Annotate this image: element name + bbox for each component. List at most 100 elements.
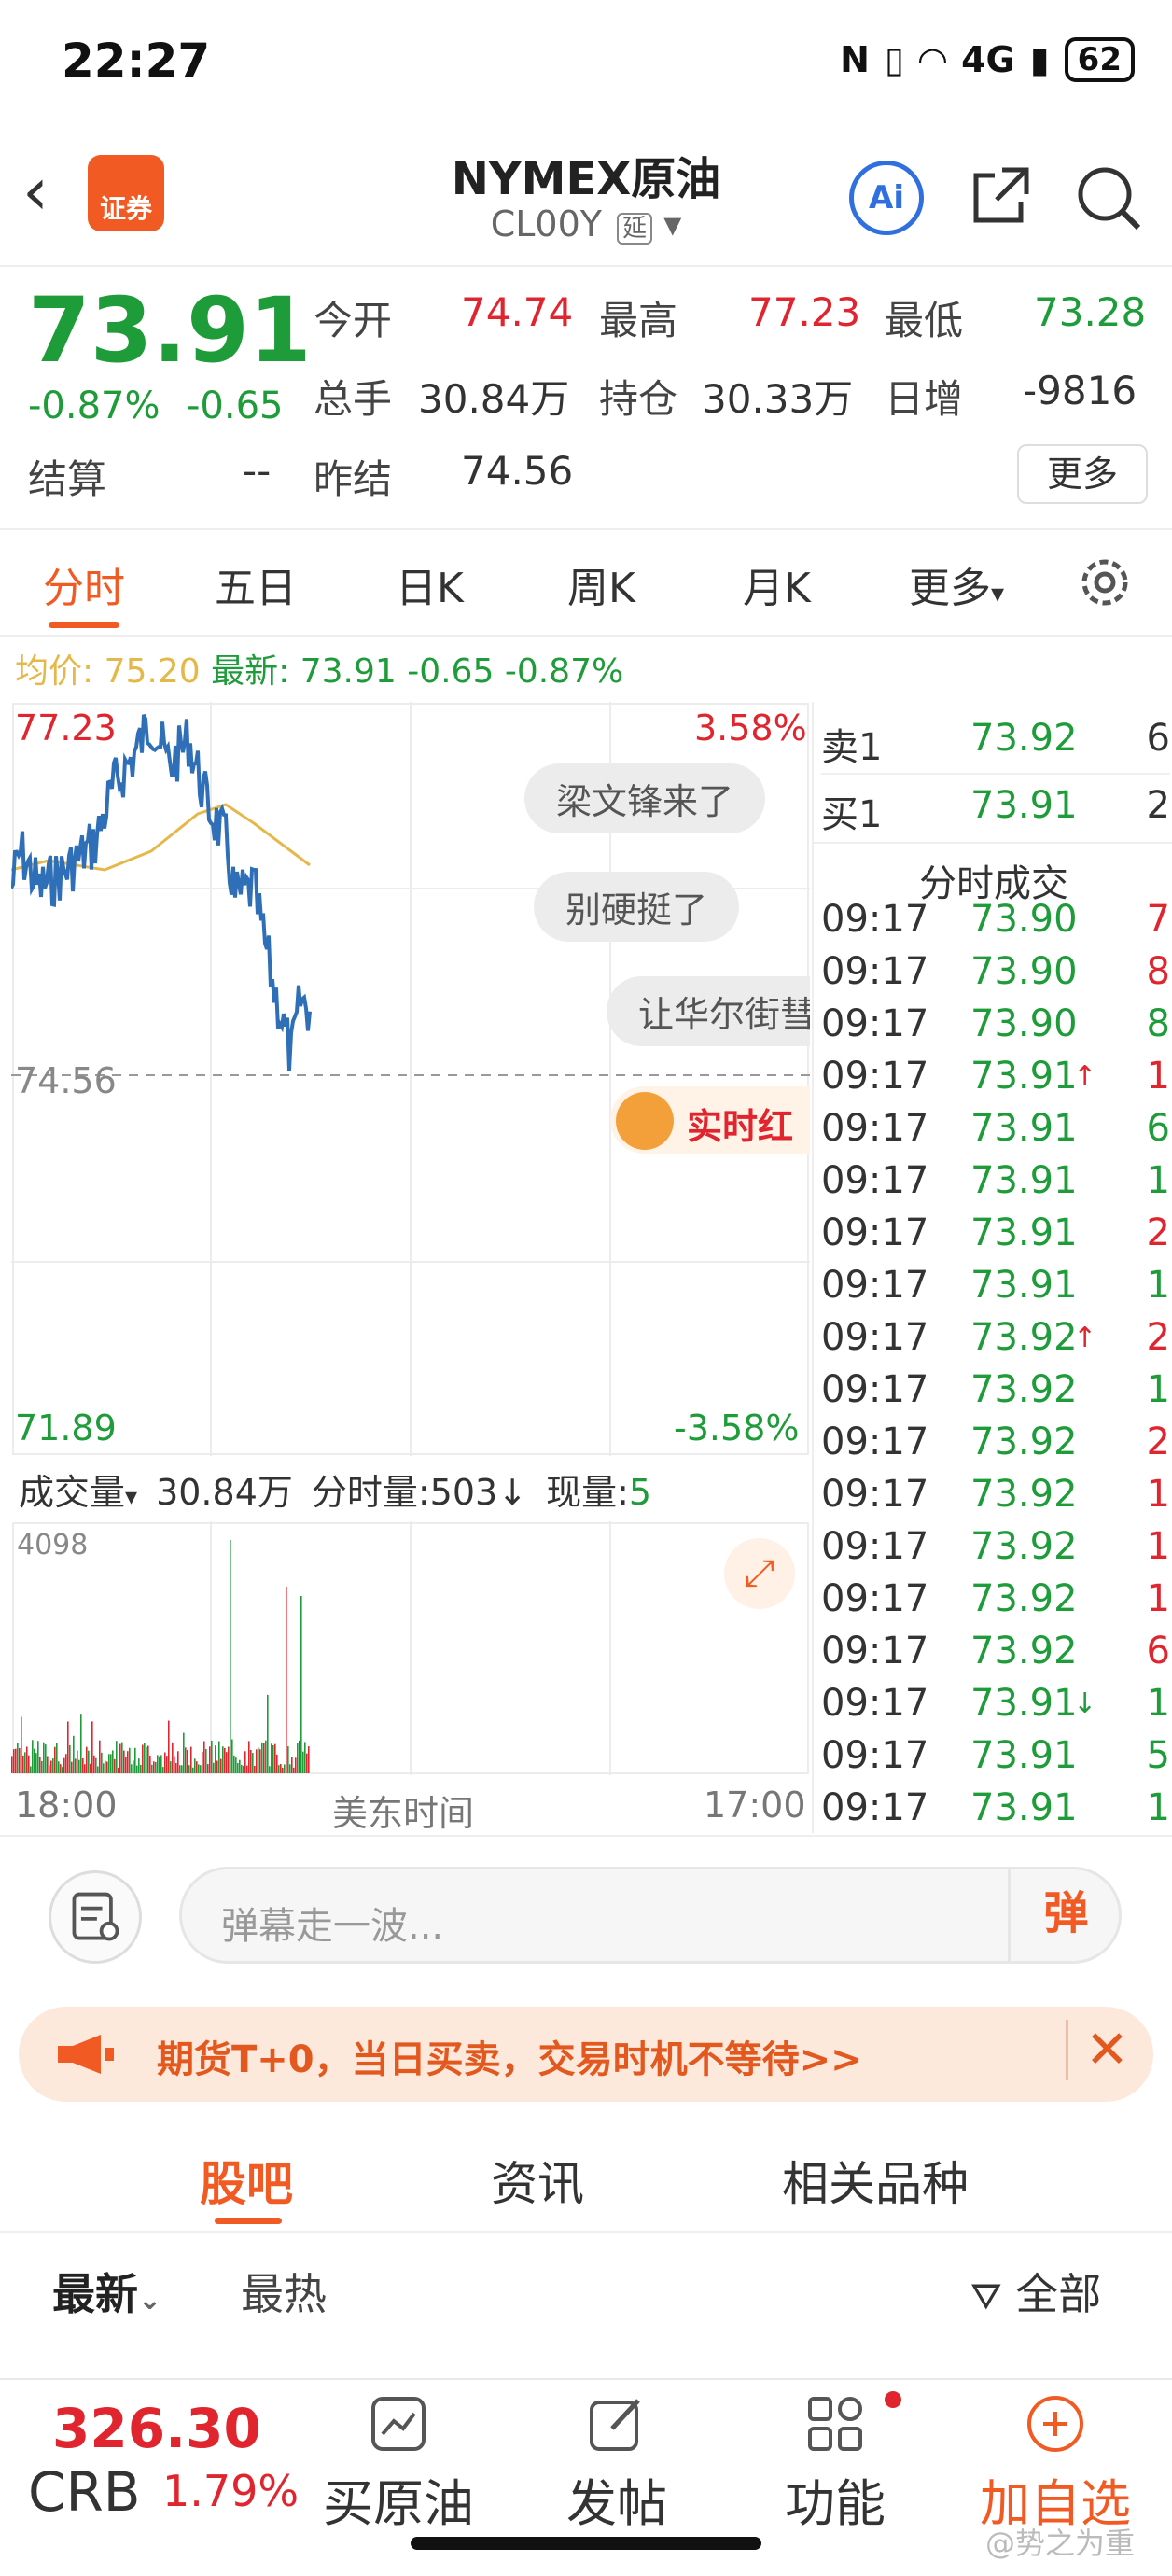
functions-button[interactable]: 功能: [746, 2391, 924, 2536]
tick-row: 09:17 73.91 ↓ 1: [821, 1682, 1170, 1734]
add-watchlist-button[interactable]: 加自选: [967, 2391, 1144, 2536]
danmaku-send-button[interactable]: 弹: [1008, 1867, 1122, 1964]
tick-time: 09:17: [821, 1368, 929, 1411]
volume-max-label: 4098: [17, 1529, 89, 1561]
post-label: 发帖: [566, 2474, 667, 2533]
volume-bar: [60, 1764, 62, 1773]
volume-bar: [233, 1755, 235, 1773]
sort-latest[interactable]: 最新⌄: [52, 2261, 161, 2322]
tick-row: 09:17 73.92 2: [821, 1421, 1170, 1473]
open-label: 今开: [314, 298, 393, 343]
tab-weekly-k[interactable]: 周K: [567, 554, 635, 614]
close-icon[interactable]: ✕: [1066, 2020, 1129, 2080]
tab-daily-k[interactable]: 日K: [396, 554, 464, 614]
tick-row: 09:17 73.90 7: [821, 898, 1170, 950]
chevron-down-icon: ⌄: [138, 2284, 162, 2317]
tick-price: 73.92: [970, 1525, 1078, 1568]
volume-chart[interactable]: [11, 1521, 810, 1775]
volume-bar: [241, 1764, 243, 1773]
volume-bar: [112, 1750, 114, 1773]
code-label: CL00Y: [490, 203, 602, 245]
tab-five-day[interactable]: 五日: [215, 554, 297, 614]
index-change: 1.79%: [162, 2466, 300, 2516]
danmaku-settings-icon[interactable]: [49, 1870, 142, 1964]
tick-time: 09:17: [821, 1473, 929, 1516]
sort-hot[interactable]: 最热: [241, 2261, 327, 2322]
share-icon[interactable]: [967, 162, 1034, 230]
volume-bar: [106, 1761, 108, 1773]
volume-bar: [13, 1749, 15, 1773]
open-interest-value: 30.33万: [702, 376, 854, 422]
tab-forum[interactable]: 股吧: [200, 2147, 293, 2214]
filter-all[interactable]: ⛛ 全部: [970, 2261, 1101, 2322]
tab-intraday[interactable]: 分时: [43, 554, 125, 614]
volume-bar: [239, 1759, 241, 1773]
volume-bar: [216, 1760, 218, 1773]
volume-bar: [144, 1743, 146, 1773]
watermark: @势之为重: [984, 2526, 1135, 2561]
volume-bar: [32, 1740, 34, 1773]
search-icon[interactable]: [1073, 162, 1144, 233]
axis-start-time: 18:00: [15, 1785, 118, 1826]
volume-bar: [50, 1760, 52, 1773]
expand-icon[interactable]: ⤢: [724, 1538, 795, 1609]
volume-bar: [21, 1716, 22, 1773]
tick-row: 09:17 73.92 1: [821, 1368, 1170, 1421]
promo-banner[interactable]: 期货T+0，当日买卖，交易时机不等待>> ✕: [19, 2007, 1153, 2102]
tick-arrow: ↑: [1073, 1322, 1097, 1354]
comment-bar: 弹幕走一波... 弹: [0, 1835, 1172, 2003]
danmaku-bubble[interactable]: 别硬挺了: [534, 872, 740, 942]
post-button[interactable]: 发帖: [528, 2391, 705, 2536]
tick-volume: 1: [1146, 1577, 1170, 1620]
change-percent: -0.87%: [28, 385, 160, 427]
volume-bar: [282, 1767, 284, 1773]
volume-grid: [12, 1521, 809, 1775]
tab-related[interactable]: 相关品种: [782, 2147, 969, 2214]
tick-volume: 6: [1146, 1630, 1170, 1673]
volume-bar: [121, 1742, 123, 1773]
tick-arrow: ↓: [1073, 1687, 1097, 1720]
tick-volume: 1: [1146, 1159, 1170, 1202]
tick-volume: 5: [1146, 1734, 1170, 1777]
danmaku-bubble[interactable]: 梁文锋来了: [524, 763, 766, 833]
tick-time: 09:17: [821, 1107, 929, 1150]
price-info-line: 均价: 75.20 最新: 73.91 -0.65 -0.87%: [15, 644, 623, 693]
volume-bar: [297, 1743, 299, 1773]
volume-selector[interactable]: 成交量▾: [19, 1463, 137, 1515]
volume-bar: [246, 1765, 248, 1773]
volume-bar: [166, 1756, 168, 1773]
tab-monthly-k[interactable]: 月K: [743, 554, 811, 614]
volume-bar: [62, 1767, 63, 1773]
tick-price: 73.91: [970, 1734, 1078, 1777]
tab-news[interactable]: 资讯: [491, 2147, 584, 2214]
settle-value: --: [243, 448, 272, 494]
danmaku-input[interactable]: 弹幕走一波...: [179, 1867, 1122, 1964]
ask-label: 卖1: [821, 726, 883, 769]
open-interest-label: 持仓: [599, 376, 678, 422]
volume-bar: [250, 1750, 252, 1773]
filter-icon: ⛛: [970, 2275, 1002, 2318]
volume-bar: [269, 1766, 271, 1773]
home-indicator[interactable]: [411, 2537, 761, 2550]
volume-bar: [153, 1761, 155, 1773]
volume-bar: [52, 1758, 54, 1773]
more-button[interactable]: 更多: [1017, 444, 1148, 504]
volume-bar: [131, 1764, 133, 1773]
gear-icon[interactable]: [1073, 551, 1137, 614]
filter-label: 全部: [1015, 2269, 1102, 2319]
volume-bar: [49, 1765, 50, 1773]
volume-bar: [101, 1752, 103, 1773]
volume-bar: [276, 1754, 278, 1773]
volume-bar: [293, 1767, 295, 1773]
tick-time: 09:17: [821, 1525, 929, 1568]
sort-bar: 最新⌄ 最热 ⛛ 全部: [0, 2234, 1172, 2348]
ai-button[interactable]: Ai: [849, 161, 924, 235]
volume-bar: [308, 1746, 310, 1773]
tab-more[interactable]: 更多▾: [909, 554, 1004, 614]
wifi-icon: ◠: [918, 39, 947, 80]
buy-oil-button[interactable]: 买原油: [310, 2391, 487, 2536]
tick-time: 09:17: [821, 1682, 929, 1725]
volume-bar: [160, 1755, 162, 1773]
danmaku-bubble[interactable]: 让华尔街彗: [607, 976, 810, 1046]
tick-time: 09:17: [821, 1421, 929, 1463]
